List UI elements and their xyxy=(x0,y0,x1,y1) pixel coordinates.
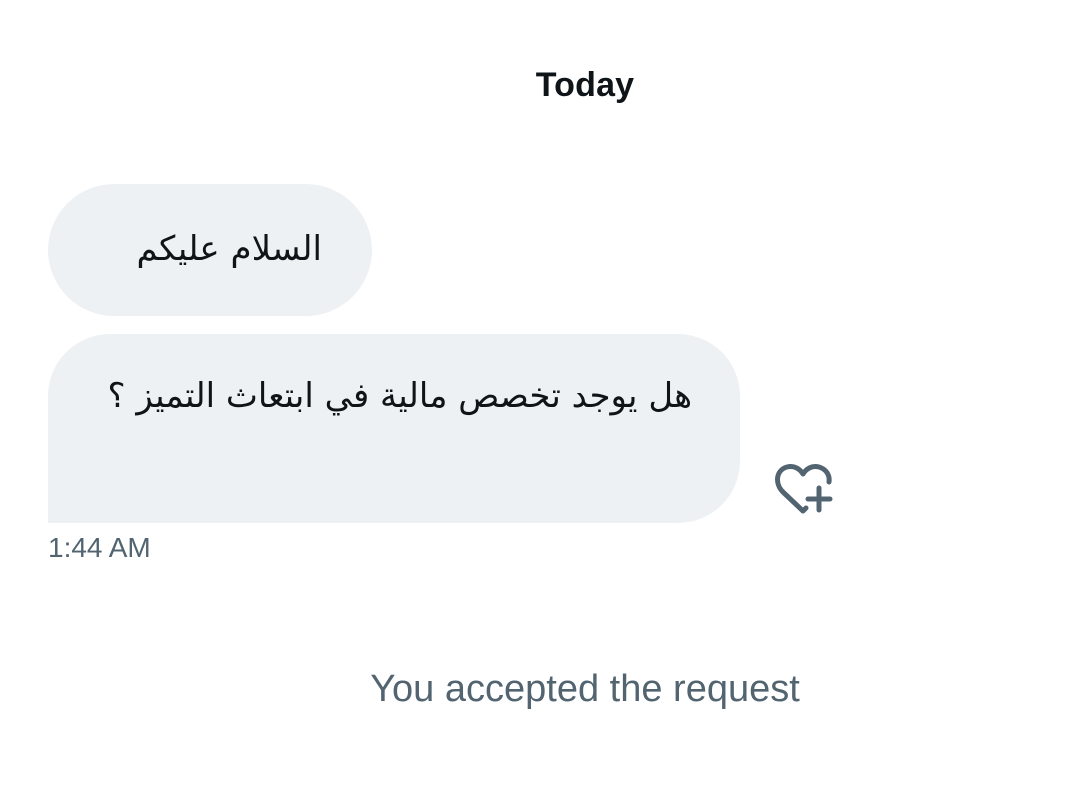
message-bubble[interactable]: السلام عليكم xyxy=(48,184,372,316)
react-button[interactable] xyxy=(772,460,834,518)
date-header: Today xyxy=(535,66,635,104)
message-timestamp: 1:44 AM xyxy=(48,532,151,563)
heart-plus-icon xyxy=(775,464,833,514)
message-bubble[interactable]: هل يوجد تخصص مالية في ابتعاث التميز ؟ xyxy=(48,334,740,523)
system-message: You accepted the request xyxy=(370,668,800,710)
